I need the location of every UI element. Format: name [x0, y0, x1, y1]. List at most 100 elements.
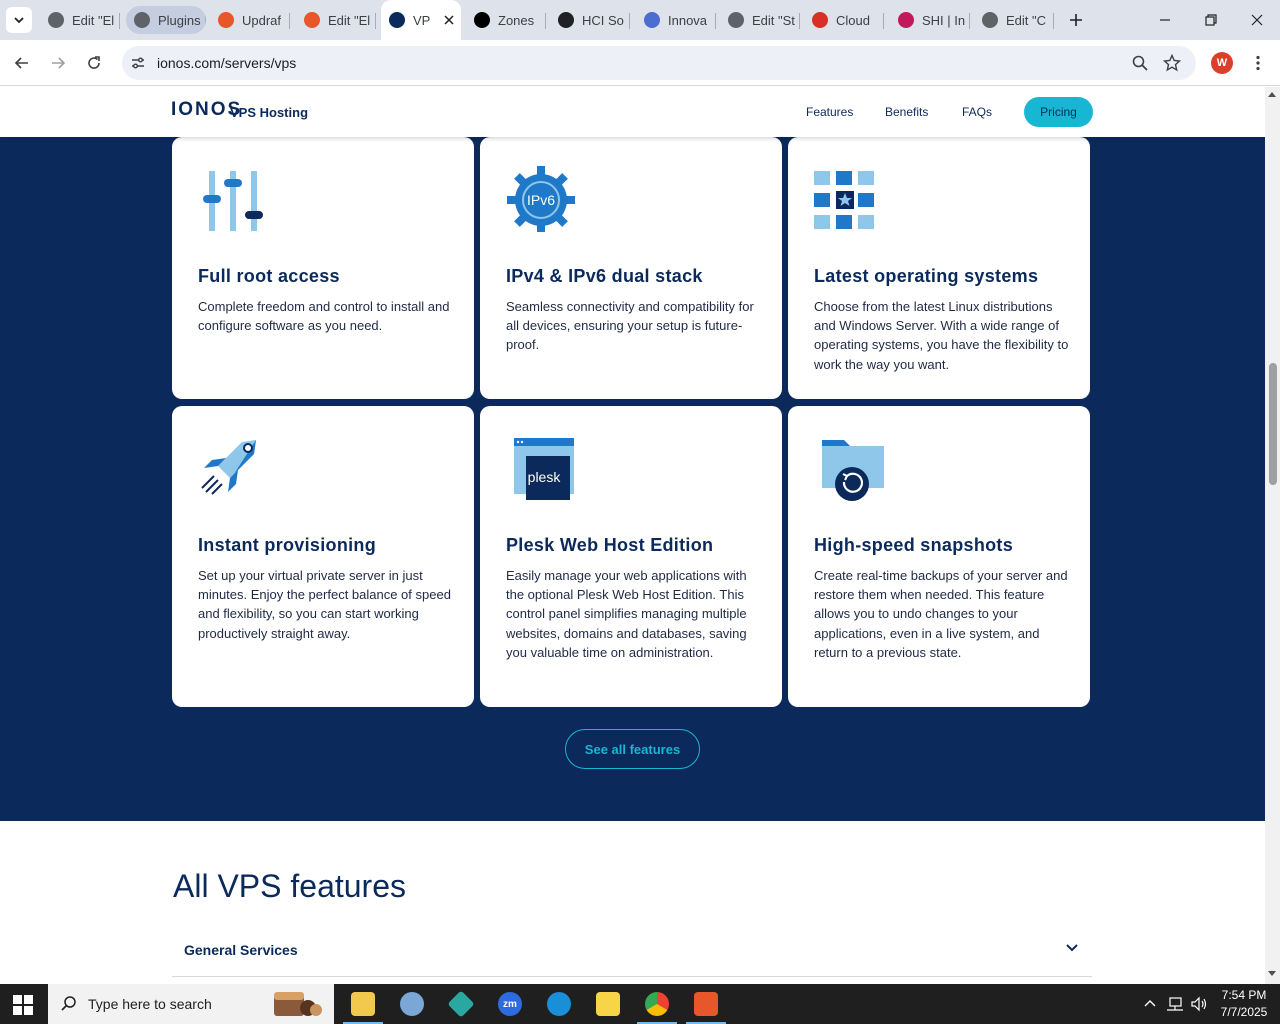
url-text[interactable]: ionos.com/servers/vps: [157, 55, 296, 71]
tab-separator: [969, 13, 970, 29]
windows-taskbar: Type here to search zm 7:54 PM 7/7/2025: [0, 984, 1280, 1024]
paint-app-icon[interactable]: [400, 992, 424, 1016]
windows-start-icon[interactable]: [12, 994, 34, 1016]
tab-favicon-icon: [898, 12, 914, 28]
nav-benefits[interactable]: Benefits: [885, 105, 928, 119]
feature-description: Choose from the latest Linux distributio…: [814, 299, 1069, 372]
browser-tab[interactable]: SHI | In: [890, 6, 970, 34]
feature-title: High-speed snapshots: [814, 535, 1014, 555]
features-section: Full root access Complete freedom and con…: [0, 87, 1265, 821]
reload-icon: [88, 56, 100, 69]
browser-tab[interactable]: VP: [381, 0, 461, 40]
browser-tab[interactable]: Edit "El: [40, 6, 120, 34]
feature-card: Full root access Complete freedom and con…: [172, 137, 474, 399]
browser-tab-strip: Edit "El Plugins Updraf Edit "El VP Zones HCI …: [0, 0, 1280, 40]
close-tab-icon[interactable]: [444, 15, 454, 25]
web-page: Full root access Complete freedom and con…: [0, 87, 1265, 984]
feature-title: Instant provisioning: [198, 535, 377, 555]
site-settings-icon[interactable]: [130, 55, 146, 71]
zoom-app-icon[interactable]: zm: [498, 992, 522, 1016]
pricing-button[interactable]: Pricing: [1024, 97, 1093, 127]
new-tab-button[interactable]: [1066, 10, 1086, 30]
minimize-icon: [1160, 19, 1170, 21]
feature-description: Create real-time backups of your server …: [814, 568, 1068, 660]
tab-favicon-icon: [304, 12, 320, 28]
tab-search-button[interactable]: [6, 7, 32, 33]
logo-subtitle: VPS Hosting: [230, 105, 309, 120]
browser-tab[interactable]: Updraf: [210, 6, 290, 34]
page-scrollbar[interactable]: [1265, 87, 1280, 984]
tab-separator: [375, 13, 376, 29]
chevron-down-icon: [1066, 944, 1078, 952]
system-clock[interactable]: 7:54 PM 7/7/2025: [1213, 987, 1275, 1021]
volume-icon[interactable]: [1190, 996, 1208, 1012]
tab-favicon-icon: [558, 12, 574, 28]
svg-text:plesk: plesk: [528, 469, 562, 485]
tab-label: Zones: [498, 12, 535, 28]
edge-browser-icon[interactable]: [547, 992, 571, 1016]
browser-tab[interactable]: Cloud: [804, 6, 884, 34]
zoom-icon[interactable]: [1131, 54, 1149, 72]
network-icon[interactable]: [1166, 996, 1184, 1012]
feature-title: Plesk Web Host Edition: [506, 535, 714, 555]
browser-toolbar: ionos.com/servers/vps: [0, 40, 1280, 86]
all-features-heading: All VPS features: [173, 868, 406, 904]
arrow-right-icon: [52, 57, 66, 69]
nav-faqs[interactable]: FAQs: [962, 105, 992, 119]
gem-app-icon[interactable]: [447, 990, 475, 1018]
accordion-general-services[interactable]: General Services: [172, 927, 1092, 977]
close-window-button[interactable]: [1247, 10, 1267, 30]
browser-tab[interactable]: Edit "St: [720, 6, 800, 34]
more-menu-icon[interactable]: [1250, 55, 1266, 71]
nav-features[interactable]: Features: [806, 105, 853, 119]
browser-tab[interactable]: Zones: [466, 6, 546, 34]
snapshot-folder-icon: [814, 432, 884, 502]
scroll-up-arrow[interactable]: [1268, 92, 1276, 97]
feature-description: Easily manage your web applications with…: [506, 568, 747, 660]
feature-title: IPv4 & IPv6 dual stack: [506, 266, 703, 286]
browser-tab[interactable]: HCI So: [550, 6, 630, 34]
tab-separator: [119, 13, 120, 29]
feature-description: Set up your virtual private server in ju…: [198, 568, 451, 641]
tab-favicon-icon: [474, 12, 490, 28]
arrow-left-icon: [14, 57, 28, 69]
browser-tab[interactable]: Plugins: [126, 6, 206, 34]
back-button[interactable]: [10, 51, 34, 75]
browser-tab[interactable]: Innova: [636, 6, 716, 34]
minimize-button[interactable]: [1155, 10, 1175, 30]
tab-label: Edit "C: [1006, 12, 1047, 28]
taskbar-search-box[interactable]: Type here to search: [48, 984, 334, 1024]
see-all-features-button[interactable]: See all features: [565, 729, 700, 769]
plus-icon: [1070, 14, 1082, 26]
restore-icon: [1205, 14, 1217, 26]
chrome-browser-icon[interactable]: [645, 992, 669, 1016]
reload-button[interactable]: [82, 51, 106, 75]
tab-label: SHI | In: [922, 12, 966, 28]
restore-button[interactable]: [1201, 10, 1221, 30]
feature-title: Full root access: [198, 266, 340, 286]
forward-button[interactable]: [46, 51, 70, 75]
feature-card: High-speed snapshots Create real-time bac…: [788, 406, 1090, 707]
scrollbar-thumb[interactable]: [1269, 363, 1277, 485]
tab-label: Plugins: [158, 12, 201, 28]
address-bar[interactable]: ionos.com/servers/vps: [122, 46, 1196, 80]
tab-favicon-icon: [389, 12, 405, 28]
bookmark-star-icon[interactable]: [1163, 54, 1181, 72]
tray-overflow-chevron-icon[interactable]: [1143, 997, 1157, 1011]
feature-card: Latest operating systems Choose from the …: [788, 137, 1090, 399]
tab-label: Cloud: [836, 12, 870, 28]
browser-tab[interactable]: Edit "El: [296, 6, 376, 34]
tab-separator: [629, 13, 630, 29]
scroll-down-arrow[interactable]: [1268, 971, 1276, 976]
browser-tab[interactable]: Edit "C: [974, 6, 1054, 34]
tab-favicon-icon: [218, 12, 234, 28]
xampp-icon[interactable]: [694, 992, 718, 1016]
tab-separator: [205, 13, 206, 29]
tab-separator: [1053, 13, 1054, 29]
ipv6-gear-icon: IPv6: [506, 163, 576, 233]
sticky-notes-icon[interactable]: [596, 992, 620, 1016]
profile-avatar[interactable]: W: [1211, 52, 1233, 74]
file-explorer-icon[interactable]: [351, 992, 375, 1016]
sliders-icon: [198, 163, 268, 233]
search-highlight-image: [270, 988, 326, 1020]
